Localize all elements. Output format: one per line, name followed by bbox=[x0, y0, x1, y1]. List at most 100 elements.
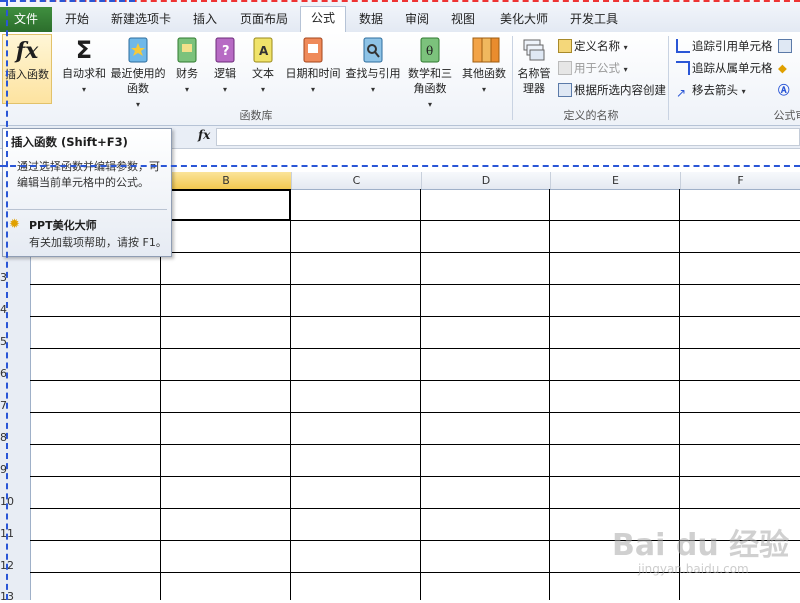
logical-button[interactable]: ? 逻辑 ▾ bbox=[208, 34, 242, 97]
grid-line bbox=[30, 476, 800, 477]
text-label: 文本 bbox=[252, 67, 274, 80]
recent-functions-button[interactable]: 最近使用的函数▾ bbox=[108, 34, 168, 112]
grid-line bbox=[420, 189, 421, 600]
star-book-icon bbox=[125, 34, 151, 66]
column-header-c[interactable]: C bbox=[291, 172, 421, 189]
more-functions-label: 其他函数 bbox=[462, 67, 506, 80]
more-functions-book-icon bbox=[471, 34, 500, 66]
name-manager-button[interactable]: 名称管理器 bbox=[514, 34, 554, 96]
define-name-icon bbox=[558, 39, 572, 53]
auditing-group-label: 公式审 bbox=[773, 109, 800, 122]
column-header-e[interactable]: E bbox=[550, 172, 680, 189]
row-header-5[interactable]: 5 bbox=[0, 335, 30, 348]
watermark-url: jingyan.baidu.com bbox=[638, 562, 749, 576]
define-name-label: 定义名称 bbox=[574, 39, 620, 53]
financial-button[interactable]: 财务 ▾ bbox=[170, 34, 204, 97]
financial-label: 财务 bbox=[176, 67, 198, 80]
autosum-label: 自动求和 bbox=[62, 67, 106, 80]
tab-page-layout[interactable]: 页面布局 bbox=[232, 8, 296, 32]
more-functions-button[interactable]: 其他函数 ▾ bbox=[458, 34, 510, 97]
math-book-icon: θ bbox=[417, 34, 443, 66]
column-header-f[interactable]: F bbox=[680, 172, 800, 189]
row-header-4[interactable]: 4 bbox=[0, 303, 30, 316]
lookup-label: 查找与引用 bbox=[345, 67, 401, 80]
tab-insert[interactable]: 插入 bbox=[184, 8, 226, 32]
fx-icon: fx bbox=[15, 38, 39, 64]
marquee-border-middle bbox=[0, 165, 800, 167]
trace-dependents-button[interactable]: 追踪从属单元格 bbox=[676, 59, 773, 77]
function-library-group-label: 函数库 bbox=[239, 109, 273, 122]
trace-precedents-label: 追踪引用单元格 bbox=[692, 39, 773, 53]
remove-arrows-icon: ↗ bbox=[676, 86, 687, 100]
column-header-b[interactable]: B bbox=[160, 172, 291, 189]
insert-function-tooltip: 插入函数 (Shift+F3) 通过选择函数并编辑参数，可编辑当前单元格中的公式… bbox=[2, 128, 172, 257]
row-header-13[interactable]: 13 bbox=[0, 590, 30, 603]
ribbon-tab-bar: 文件 开始 新建选项卡 插入 页面布局 公式 数据 审阅 视图 美化大师 开发工… bbox=[0, 0, 800, 33]
row-header-9[interactable]: 9 bbox=[0, 463, 30, 476]
marquee-border-top bbox=[0, 0, 135, 3]
row-header-6[interactable]: 6 bbox=[0, 367, 30, 380]
ribbon-separator bbox=[668, 36, 669, 120]
logical-book-icon: ? bbox=[212, 34, 238, 66]
text-book-icon: A bbox=[250, 34, 276, 66]
text-button[interactable]: A 文本 ▾ bbox=[246, 34, 280, 97]
fx-icon[interactable]: fx bbox=[198, 128, 210, 142]
tab-home[interactable]: 开始 bbox=[56, 8, 98, 32]
show-formulas-icon[interactable] bbox=[778, 37, 794, 55]
create-from-selection-button[interactable]: 根据所选内容创建 bbox=[558, 81, 666, 99]
grid-line bbox=[290, 189, 291, 600]
tab-view[interactable]: 视图 bbox=[442, 8, 484, 32]
grid-line bbox=[30, 508, 800, 509]
row-header-12[interactable]: 12 bbox=[0, 559, 30, 572]
tab-formulas[interactable]: 公式 bbox=[300, 6, 346, 32]
lookup-book-icon bbox=[360, 34, 386, 66]
selected-cell-b2[interactable] bbox=[160, 189, 291, 221]
name-manager-icon bbox=[521, 34, 547, 66]
insert-function-label: 插入函数 bbox=[5, 68, 49, 81]
tooltip-help-text: 有关加载项帮助，请按 F1。 bbox=[29, 236, 167, 249]
calendar-book-icon bbox=[300, 34, 326, 66]
tooltip-title: 插入函数 (Shift+F3) bbox=[11, 135, 128, 149]
row-header-10[interactable]: 10 bbox=[0, 495, 30, 508]
row-header-11[interactable]: 11 bbox=[0, 527, 30, 540]
defined-names-group-label: 定义的名称 bbox=[563, 109, 619, 122]
name-manager-label: 名称管理器 bbox=[517, 67, 551, 95]
grid-line bbox=[30, 444, 800, 445]
math-label: 数学和三角函数 bbox=[408, 67, 452, 95]
grid-line bbox=[549, 189, 550, 600]
ribbon-separator bbox=[512, 36, 513, 120]
tab-new[interactable]: 新建选项卡 bbox=[102, 8, 180, 32]
row-header-3[interactable]: 3 bbox=[0, 271, 30, 284]
watermark: Bai du 经验 bbox=[612, 528, 790, 563]
grid-line bbox=[30, 316, 800, 317]
remove-arrows-button[interactable]: ↗ 移去箭头 ▾ bbox=[676, 81, 746, 100]
gear-icon: ✹ bbox=[9, 217, 20, 232]
tooltip-divider bbox=[7, 209, 167, 210]
marquee-border-left bbox=[6, 0, 8, 600]
formula-input[interactable] bbox=[216, 128, 800, 146]
lookup-button[interactable]: 查找与引用 ▾ bbox=[344, 34, 402, 97]
use-in-formula-label: 用于公式 bbox=[574, 61, 620, 75]
use-in-formula-button[interactable]: 用于公式 ▾ bbox=[558, 59, 628, 77]
autosum-button[interactable]: Σ 自动求和 ▾ bbox=[60, 34, 108, 97]
math-button[interactable]: θ 数学和三角函数▾ bbox=[404, 34, 456, 112]
insert-function-button[interactable]: fx 插入函数 bbox=[2, 34, 52, 104]
define-name-button[interactable]: 定义名称 ▾ bbox=[558, 37, 628, 55]
row-header-7[interactable]: 7 bbox=[0, 399, 30, 412]
svg-text:θ: θ bbox=[426, 44, 433, 58]
financial-book-icon bbox=[174, 34, 200, 66]
column-header-d[interactable]: D bbox=[421, 172, 550, 189]
tab-review[interactable]: 审阅 bbox=[396, 8, 438, 32]
tab-developer[interactable]: 开发工具 bbox=[562, 8, 626, 32]
tab-beautify[interactable]: 美化大师 bbox=[492, 8, 556, 32]
trace-precedents-icon bbox=[676, 39, 690, 53]
evaluate-formula-icon[interactable]: Ⓐ bbox=[778, 81, 790, 99]
trace-precedents-button[interactable]: 追踪引用单元格 bbox=[676, 37, 773, 55]
trace-dependents-icon bbox=[676, 61, 690, 75]
grid-line bbox=[30, 412, 800, 413]
error-checking-icon[interactable]: ◆ bbox=[778, 59, 787, 77]
grid-line bbox=[30, 348, 800, 349]
tab-data[interactable]: 数据 bbox=[350, 8, 392, 32]
row-header-8[interactable]: 8 bbox=[0, 431, 30, 444]
datetime-button[interactable]: 日期和时间 ▾ bbox=[284, 34, 342, 97]
